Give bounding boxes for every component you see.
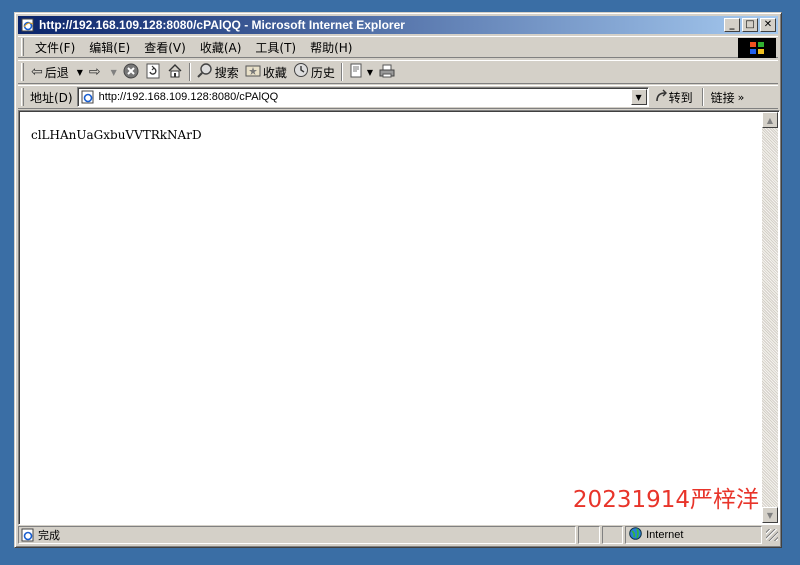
refresh-icon: [145, 63, 161, 82]
close-button[interactable]: ✕: [760, 18, 776, 32]
chevron-up-icon: ▲: [766, 115, 774, 125]
page-content[interactable]: clLHAnUaGxbuVVTRkNArD 20231914严梓洋 ▲ ▼: [18, 110, 780, 525]
address-label: 地址(D): [30, 90, 73, 105]
resize-grip[interactable]: [766, 529, 778, 541]
ie-page-icon: [20, 17, 36, 33]
address-url[interactable]: http://192.168.109.128:8080/cPAlQQ: [99, 91, 631, 103]
history-label: 历史: [310, 65, 335, 80]
search-button[interactable]: 搜索: [194, 61, 242, 83]
window-title: http://192.168.109.128:8080/cPAlQQ - Mic…: [39, 18, 405, 32]
history-button[interactable]: 历史: [290, 61, 338, 83]
maximize-icon: □: [745, 19, 755, 30]
windows-logo-icon: [738, 38, 776, 58]
address-dropdown-button[interactable]: ▼: [630, 89, 647, 105]
toolbar-separator: [701, 88, 704, 106]
chevron-down-icon: ▼: [76, 67, 83, 77]
toolbar-separator: [340, 63, 343, 81]
forward-arrow-icon: ⇨: [88, 64, 101, 80]
chevron-down-icon: ▼: [366, 67, 373, 77]
go-label: 转到: [668, 90, 693, 105]
menu-edit[interactable]: 编辑(E): [82, 39, 137, 56]
menu-file[interactable]: 文件(F): [28, 39, 82, 56]
scroll-down-button[interactable]: ▼: [762, 507, 778, 523]
status-pane: [601, 526, 624, 544]
globe-icon: [629, 527, 642, 543]
chevron-down-icon: ▼: [110, 67, 117, 77]
toolbar-separator: [188, 63, 191, 81]
browser-window: http://192.168.109.128:8080/cPAlQQ - Mic…: [14, 12, 782, 548]
print-button[interactable]: [376, 61, 398, 83]
back-button[interactable]: ⇦ 后退: [28, 61, 72, 83]
forward-button[interactable]: ⇨: [86, 61, 106, 83]
status-main-pane: 完成: [18, 526, 576, 544]
go-button[interactable]: 转到: [649, 89, 699, 106]
watermark-text: 20231914严梓洋: [572, 487, 759, 513]
back-dropdown[interactable]: ▼: [72, 61, 86, 83]
maximize-button[interactable]: □: [742, 18, 758, 32]
security-zone[interactable]: Internet: [625, 526, 763, 544]
page-body-text: clLHAnUaGxbuVVTRkNArD: [31, 128, 202, 142]
refresh-button[interactable]: [142, 61, 164, 83]
menu-help[interactable]: 帮助(H): [303, 39, 359, 56]
menu-favorites[interactable]: 收藏(A): [193, 39, 249, 56]
back-label: 后退: [44, 65, 69, 80]
menu-view[interactable]: 查看(V): [137, 39, 193, 56]
chevron-down-icon: ▼: [766, 510, 774, 520]
close-icon: ✕: [763, 19, 773, 30]
address-input[interactable]: http://192.168.109.128:8080/cPAlQQ ▼: [76, 87, 649, 107]
address-bar: 地址(D) http://192.168.109.128:8080/cPAlQQ…: [18, 85, 778, 109]
forward-dropdown[interactable]: ▼: [106, 61, 120, 83]
menubar-grip[interactable]: [21, 38, 24, 56]
favorites-icon: [245, 62, 261, 82]
zone-label: Internet: [646, 529, 684, 541]
ie-page-icon: [21, 528, 35, 542]
title-bar[interactable]: http://192.168.109.128:8080/cPAlQQ - Mic…: [18, 16, 778, 34]
search-label: 搜索: [214, 65, 239, 80]
menu-bar: 文件(F) 编辑(E) 查看(V) 收藏(A) 工具(T) 帮助(H): [18, 36, 778, 58]
favorites-label: 收藏: [262, 65, 287, 80]
standard-toolbar: ⇦ 后退 ▼ ⇨ ▼ 搜索 收藏 历史 ▼: [18, 60, 778, 84]
ie-page-icon: [80, 89, 96, 105]
back-arrow-icon: ⇦: [31, 64, 43, 80]
stop-icon: [123, 63, 139, 82]
favorites-button[interactable]: 收藏: [242, 61, 290, 83]
mail-icon: [349, 63, 365, 82]
minimize-button[interactable]: _: [724, 18, 740, 32]
scroll-up-button[interactable]: ▲: [762, 112, 778, 128]
history-icon: [293, 62, 309, 82]
links-button[interactable]: 链接 »: [711, 89, 745, 106]
status-text: 完成: [38, 529, 60, 542]
go-arrow-icon: [655, 89, 669, 106]
stop-button[interactable]: [120, 61, 142, 83]
print-icon: [379, 63, 395, 82]
menu-tools[interactable]: 工具(T): [248, 39, 303, 56]
toolbar-grip[interactable]: [21, 63, 24, 81]
status-bar: 完成 Internet: [18, 526, 778, 544]
chevron-double-right-icon: »: [737, 90, 745, 104]
home-icon: [167, 63, 183, 82]
home-button[interactable]: [164, 61, 186, 83]
mail-button[interactable]: ▼: [346, 61, 376, 83]
minimize-icon: _: [729, 19, 735, 30]
search-icon: [197, 62, 213, 82]
status-pane: [577, 526, 600, 544]
chevron-down-icon: ▼: [635, 92, 642, 102]
vertical-scrollbar[interactable]: ▲ ▼: [762, 112, 778, 523]
addressbar-grip[interactable]: [21, 88, 24, 106]
links-label: 链接: [710, 90, 735, 105]
